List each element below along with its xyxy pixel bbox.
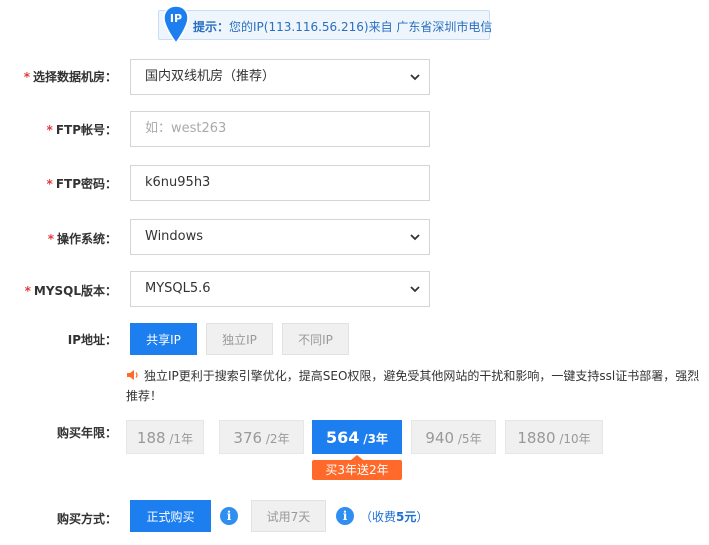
mysql-select[interactable]: MYSQL5.6 [130,271,430,307]
ftp-account-input[interactable]: 如：west263 [130,111,430,147]
ip-note-line2: 推荐！ [126,389,163,403]
os-select[interactable]: Windows [130,219,430,255]
ip-option-different[interactable]: 不同IP [282,323,349,355]
year-option-10[interactable]: 1880 /10年 [505,420,603,454]
info-icon[interactable]: i [336,507,354,525]
info-icon[interactable]: i [220,507,238,525]
ftp-account-placeholder: 如：west263 [145,121,227,136]
ip-option-shared[interactable]: 共享IP [130,323,197,355]
formal-purchase-button[interactable]: 正式购买 [130,500,211,532]
ftp-password-input[interactable]: k6nu95h3 [130,165,430,201]
ip-tip-text: 提示：您的IP(113.116.56.216)来自 广东省深圳市电信 [193,20,493,34]
ftp-password-value: k6nu95h3 [145,175,211,190]
location-pin-icon: IP [163,5,189,45]
ftp-password-label: * FTP密码： [46,177,117,191]
year-option-5[interactable]: 940 /5年 [411,420,496,454]
chevron-down-icon [410,286,420,293]
chevron-down-icon [410,234,420,241]
ip-note-line1: 独立IP更利于搜索引擎优化，提高SEO权限，避免受其他网站的干扰和影响，一键支持… [144,369,700,383]
os-label: * 操作系统： [47,232,117,246]
mysql-label: * MYSQL版本： [24,284,117,298]
os-value: Windows [145,229,204,244]
speaker-icon [127,370,138,380]
year-option-3[interactable]: 564 /3年 [312,420,402,454]
promo-badge: 买3年送2年 [312,455,402,480]
years-label: 购买年限： [56,426,117,440]
ip-tip-banner: 提示：您的IP(113.116.56.216)来自 广东省深圳市电信 [158,10,493,40]
purchase-label: 购买方式： [56,512,117,526]
year-option-1[interactable]: 188 /1年 [126,420,204,454]
ip-label: IP地址： [67,333,117,347]
mysql-value: MYSQL5.6 [145,281,211,296]
datacenter-label: * 选择数据机房： [23,70,117,84]
pin-label: IP [170,12,182,25]
ip-option-dedicated[interactable]: 独立IP [206,323,273,355]
datacenter-value: 国内双线机房（推荐） [145,69,276,84]
ip-note: 独立IP更利于搜索引擎优化，提高SEO权限，避免受其他网站的干扰和影响，一键支持… [126,366,706,406]
chevron-down-icon [410,74,420,81]
trial-button[interactable]: 试用7天 [251,500,326,532]
ftp-account-label: * FTP帐号： [46,123,117,137]
year-option-2[interactable]: 376 /2年 [219,420,304,454]
trial-fee: （收费5元） [360,510,429,524]
datacenter-select[interactable]: 国内双线机房（推荐） [130,59,430,95]
